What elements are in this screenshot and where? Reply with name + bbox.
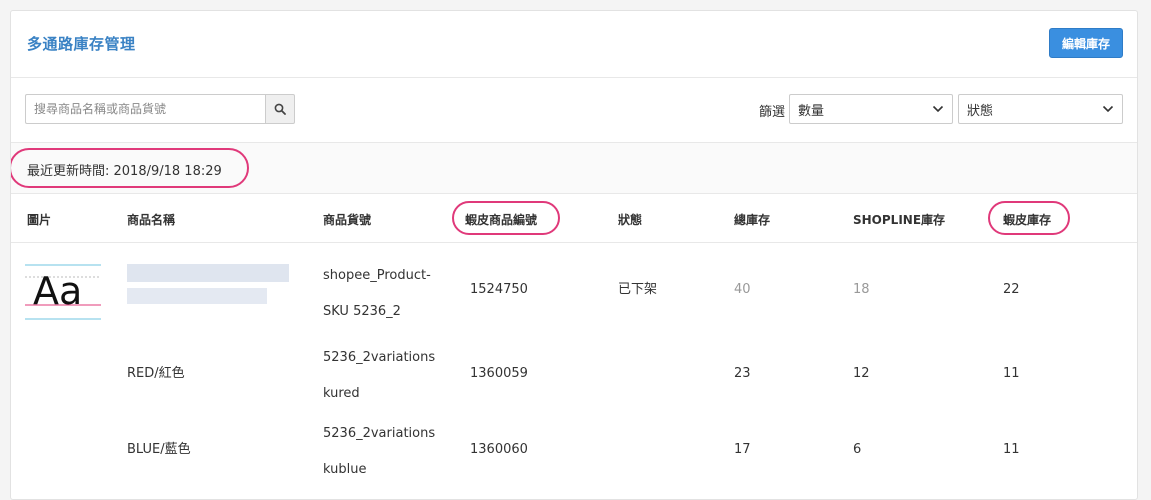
thumbnail-text: Aa bbox=[33, 269, 82, 313]
chevron-down-icon bbox=[932, 105, 944, 113]
filter-label: 篩選 bbox=[759, 105, 786, 120]
total-stock-cell: 23 bbox=[734, 366, 751, 381]
total-stock-cell: 17 bbox=[734, 442, 751, 457]
shopee-id-cell: 1524750 bbox=[470, 282, 528, 297]
edit-inventory-button[interactable]: 編輯庫存 bbox=[1049, 28, 1123, 58]
column-header-shopee-stock: 蝦皮庫存 bbox=[1003, 213, 1052, 227]
column-header-status: 狀態 bbox=[618, 213, 643, 227]
sku-cell: shopee_Product- SKU 5236_2 bbox=[323, 268, 431, 319]
shopee-stock-cell: 11 bbox=[1003, 366, 1020, 381]
search-input[interactable] bbox=[25, 94, 266, 124]
sku-cell: 5236_2variations kured bbox=[323, 350, 436, 401]
status-select-value: 狀態 bbox=[967, 103, 994, 119]
status-cell: 已下架 bbox=[618, 282, 658, 297]
panel-header: 多通路庫存管理 編輯庫存 bbox=[11, 11, 1137, 78]
toolbar: 篩選 數量 狀態 bbox=[11, 78, 1137, 143]
chevron-down-icon bbox=[1102, 105, 1114, 113]
shopline-stock-cell: 12 bbox=[853, 366, 870, 381]
column-header-shopline-stock: SHOPLINE庫存 bbox=[853, 213, 946, 227]
update-bar: 最近更新時間: 2018/9/18 18:29 bbox=[11, 143, 1137, 194]
shopline-stock-cell: 18 bbox=[853, 282, 870, 297]
shopee-stock-cell: 22 bbox=[1003, 282, 1020, 297]
column-header-product-name: 商品名稱 bbox=[127, 213, 176, 227]
product-image: Aa bbox=[25, 264, 101, 320]
quantity-select[interactable]: 數量 bbox=[789, 94, 953, 124]
table-row: Aa shopee_Product- SKU 5236_2 1524750 已下… bbox=[11, 243, 1137, 331]
quantity-select-value: 數量 bbox=[798, 103, 825, 119]
product-thumbnail: Aa bbox=[25, 259, 103, 325]
inventory-panel: 多通路庫存管理 編輯庫存 篩選 數量 狀態 最近更新時間: 2018/9/18 … bbox=[10, 10, 1138, 500]
product-name-cell: BLUE/藍色 bbox=[127, 442, 191, 457]
table-row: BLUE/藍色 5236_2variations kublue 1360060 … bbox=[11, 407, 1137, 483]
column-header-total-stock: 總庫存 bbox=[734, 213, 771, 227]
shopline-stock-cell: 6 bbox=[853, 442, 862, 457]
column-header-sku: 商品貨號 bbox=[323, 213, 372, 227]
column-header-shopee-id: 蝦皮商品編號 bbox=[465, 213, 538, 227]
product-name-cell: RED/紅色 bbox=[127, 366, 185, 381]
table-row: RED/紅色 5236_2variations kured 1360059 23… bbox=[11, 331, 1137, 407]
search-button[interactable] bbox=[265, 94, 295, 124]
total-stock-cell: 40 bbox=[734, 282, 751, 297]
shopee-id-cell: 1360060 bbox=[470, 442, 528, 457]
status-select[interactable]: 狀態 bbox=[958, 94, 1123, 124]
sku-cell: 5236_2variations kublue bbox=[323, 426, 436, 477]
shopee-stock-cell: 11 bbox=[1003, 442, 1020, 457]
page-title: 多通路庫存管理 bbox=[27, 35, 136, 53]
last-updated-text: 最近更新時間: 2018/9/18 18:29 bbox=[27, 164, 222, 179]
table-header: 圖片 商品名稱 商品貨號 蝦皮商品編號 狀態 總庫存 SHOPLINE庫存 蝦皮… bbox=[11, 194, 1137, 243]
shopee-id-cell: 1360059 bbox=[470, 366, 528, 381]
column-header-image: 圖片 bbox=[27, 213, 52, 227]
search-icon bbox=[274, 103, 286, 115]
